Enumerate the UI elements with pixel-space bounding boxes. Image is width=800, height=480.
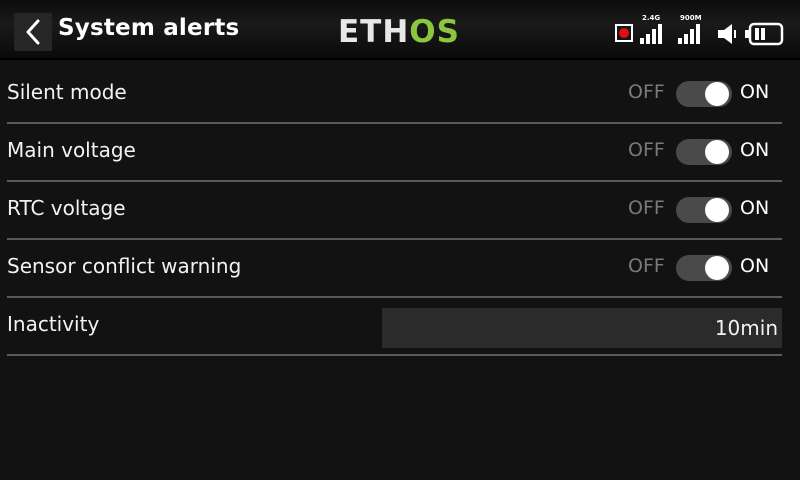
inactivity-value-field[interactable]: 10min [382, 308, 782, 348]
top-bar: System alerts ETHOS 2.4G 900M [0, 0, 800, 60]
signal-900m-label: 900M [680, 14, 702, 22]
ethos-logo: ETHOS [338, 14, 460, 50]
alert-row-main-voltage: Main voltage OFF ON [7, 124, 782, 182]
alert-label: Silent mode [7, 80, 127, 104]
toggle-track[interactable] [676, 81, 732, 107]
toggle-off-label: OFF [628, 139, 665, 161]
logo-part-eth: ETH [338, 14, 410, 50]
toggle-knob [705, 256, 729, 280]
toggle-off-label: OFF [628, 81, 665, 103]
toggle-off-label: OFF [628, 197, 665, 219]
toggle-on-label: ON [740, 255, 770, 277]
main-voltage-toggle[interactable]: OFF ON [628, 136, 782, 168]
toggle-on-label: ON [740, 197, 770, 219]
alert-label: Sensor conflict warning [7, 254, 242, 278]
page-title: System alerts [58, 15, 240, 41]
signal-2g4-icon: 2.4G [640, 14, 668, 46]
toggle-on-label: ON [740, 139, 770, 161]
chevron-left-icon [26, 19, 40, 45]
battery-icon [745, 22, 784, 46]
alert-row-inactivity: Inactivity 10min [7, 298, 782, 356]
toggle-track[interactable] [676, 139, 732, 165]
speaker-icon [718, 24, 736, 44]
logo-part-os: OS [409, 14, 460, 50]
alert-label: Main voltage [7, 138, 136, 162]
toggle-knob [705, 82, 729, 106]
toggle-knob [705, 198, 729, 222]
inactivity-label: Inactivity [7, 312, 100, 336]
alerts-list: Silent mode OFF ON Main voltage OFF ON R… [0, 66, 800, 356]
toggle-off-label: OFF [628, 255, 665, 277]
sensor-conflict-toggle[interactable]: OFF ON [628, 252, 782, 284]
signal-900m-icon: 900M [678, 14, 708, 46]
alert-row-rtc-voltage: RTC voltage OFF ON [7, 182, 782, 240]
toggle-track[interactable] [676, 255, 732, 281]
alert-row-silent-mode: Silent mode OFF ON [7, 66, 782, 124]
alert-label: RTC voltage [7, 196, 126, 220]
record-icon [615, 24, 633, 42]
toggle-on-label: ON [740, 81, 770, 103]
signal-2g4-label: 2.4G [642, 14, 661, 22]
back-button[interactable] [14, 13, 52, 51]
alert-row-sensor-conflict: Sensor conflict warning OFF ON [7, 240, 782, 298]
toggle-knob [705, 140, 729, 164]
toggle-track[interactable] [676, 197, 732, 223]
silent-mode-toggle[interactable]: OFF ON [628, 78, 782, 110]
rtc-voltage-toggle[interactable]: OFF ON [628, 194, 782, 226]
